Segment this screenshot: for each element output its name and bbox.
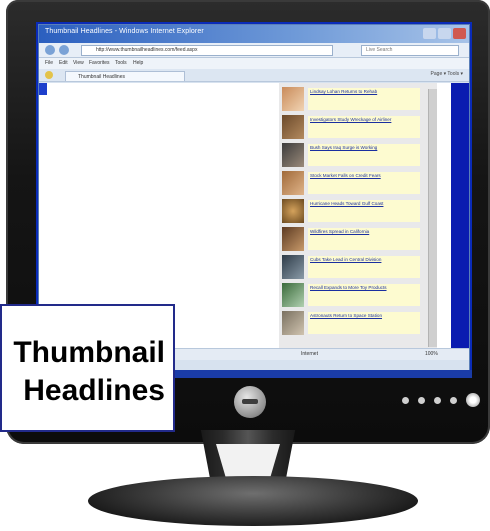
tab-tools[interactable]: Page ▾ Tools ▾ xyxy=(431,71,463,77)
menu-edit[interactable]: Edit xyxy=(59,60,68,66)
page-sidebar xyxy=(443,83,469,360)
headline-thumbnail[interactable] xyxy=(282,143,304,167)
maximize-button[interactable] xyxy=(438,28,451,39)
caption-label: Thumbnail Headlines xyxy=(0,304,175,432)
headline-link[interactable]: Wildfires Spread in California xyxy=(308,228,420,250)
close-button[interactable] xyxy=(453,28,466,39)
headline-link[interactable]: Lindsay Lohan Returns to Rehab xyxy=(308,88,420,110)
headline-link[interactable]: Recall Expands to More Toy Products xyxy=(308,284,420,306)
headline-thumbnail[interactable] xyxy=(282,115,304,139)
address-bar[interactable]: http://www.thumbnailheadlines.com/feed.a… xyxy=(81,45,333,56)
headline-link[interactable]: Hurricane Heads Toward Gulf Coast xyxy=(308,200,420,222)
caption-line-1: Thumbnail xyxy=(13,336,165,369)
headline-thumbnail[interactable] xyxy=(282,171,304,195)
gadget-scrollbar[interactable] xyxy=(428,89,437,347)
tab-bar: Thumbnail Headlines Page ▾ Tools ▾ xyxy=(39,69,469,82)
headline-link[interactable]: Investigators Study Wreckage of Airliner xyxy=(308,116,420,138)
monitor-button[interactable] xyxy=(418,397,425,404)
headline-link[interactable]: Stock Market Falls on Credit Fears xyxy=(308,172,420,194)
back-icon[interactable] xyxy=(45,45,55,55)
tab-thumbnail-headlines[interactable]: Thumbnail Headlines xyxy=(65,71,185,81)
menu-view[interactable]: View xyxy=(73,60,84,66)
minimize-button[interactable] xyxy=(423,28,436,39)
menu-file[interactable]: File xyxy=(45,60,53,66)
title-bar[interactable]: Thumbnail Headlines - Windows Internet E… xyxy=(39,25,469,43)
headline-thumbnail[interactable] xyxy=(282,227,304,251)
monitor-button[interactable] xyxy=(402,397,409,404)
menu-bar: File Edit View Favorites Tools Help xyxy=(39,58,469,69)
monitor-base xyxy=(88,476,418,526)
list-item[interactable]: Investigators Study Wreckage of Airliner xyxy=(282,115,422,141)
headline-thumbnail[interactable] xyxy=(282,311,304,335)
headline-link[interactable]: Cubs Take Lead in Central Division xyxy=(308,256,420,278)
headline-thumbnail[interactable] xyxy=(282,283,304,307)
menu-help[interactable]: Help xyxy=(133,60,143,66)
favorites-star-icon[interactable] xyxy=(45,71,53,79)
menu-favorites[interactable]: Favorites xyxy=(89,60,110,66)
monitor-button[interactable] xyxy=(434,397,441,404)
page-accent xyxy=(39,83,47,95)
list-item[interactable]: Lindsay Lohan Returns to Rehab xyxy=(282,87,422,113)
list-item[interactable]: Bush Says Iraq Surge is Working xyxy=(282,143,422,169)
list-item[interactable]: Stock Market Falls on Credit Fears xyxy=(282,171,422,197)
list-item[interactable]: Recall Expands to More Toy Products xyxy=(282,283,422,309)
dell-logo-icon xyxy=(234,386,266,418)
zoom-level[interactable]: 100% xyxy=(425,351,438,357)
monitor-button[interactable] xyxy=(450,397,457,404)
headline-thumbnail[interactable] xyxy=(282,255,304,279)
window-title: Thumbnail Headlines - Windows Internet E… xyxy=(45,28,204,35)
forward-icon[interactable] xyxy=(59,45,69,55)
power-button[interactable] xyxy=(466,393,480,407)
list-item[interactable]: Wildfires Spread in California xyxy=(282,227,422,253)
status-zone: Internet xyxy=(301,351,318,357)
menu-tools[interactable]: Tools xyxy=(115,60,127,66)
address-toolbar: http://www.thumbnailheadlines.com/feed.a… xyxy=(39,43,469,58)
headline-link[interactable]: Astronauts Return to Space Station xyxy=(308,312,420,334)
headline-link[interactable]: Bush Says Iraq Surge is Working xyxy=(308,144,420,166)
list-item[interactable]: Cubs Take Lead in Central Division xyxy=(282,255,422,281)
list-item[interactable]: Hurricane Heads Toward Gulf Coast xyxy=(282,199,422,225)
search-input[interactable]: Live Search xyxy=(361,45,459,56)
list-item[interactable]: Astronauts Return to Space Station xyxy=(282,311,422,337)
headline-thumbnail[interactable] xyxy=(282,199,304,223)
caption-line-2: Headlines xyxy=(23,374,165,407)
headline-thumbnail[interactable] xyxy=(282,87,304,111)
